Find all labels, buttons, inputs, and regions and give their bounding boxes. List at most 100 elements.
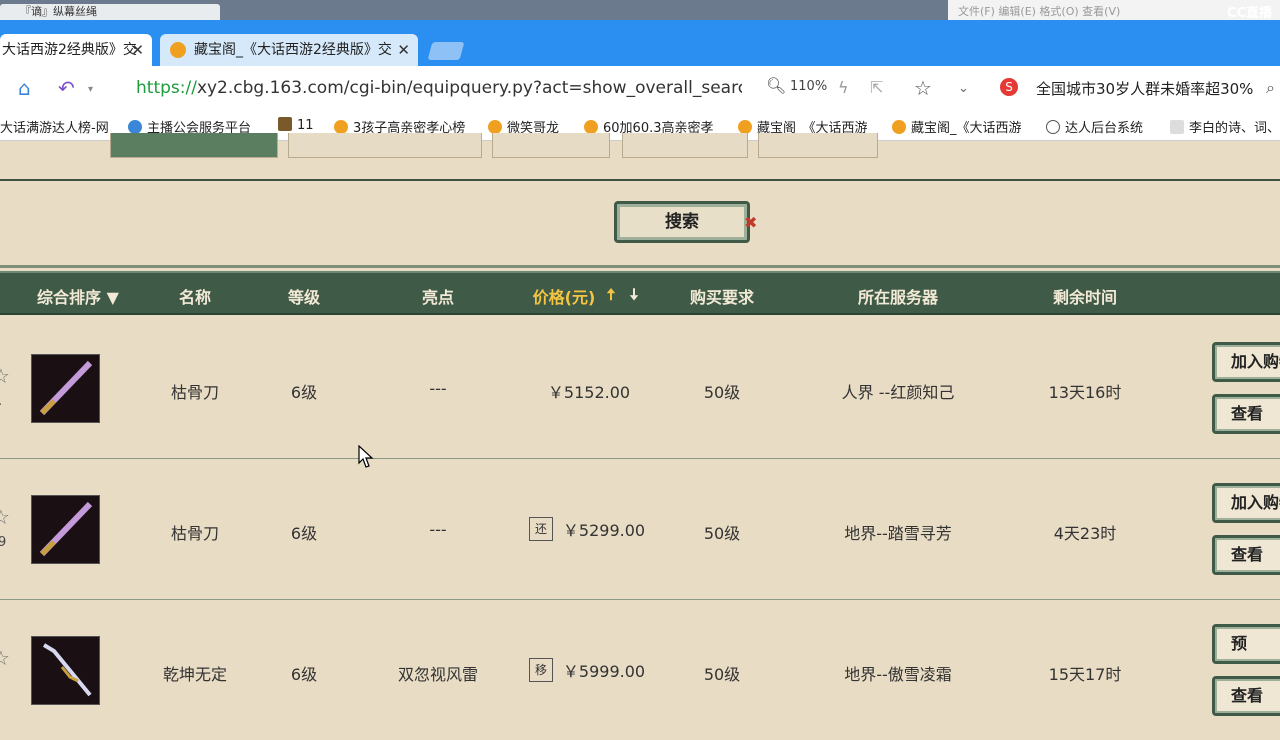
news-ticker[interactable]: 全国城市30岁人群未婚率超30%: [1036, 78, 1253, 99]
preview-button[interactable]: 预: [1212, 624, 1280, 664]
zoom-icon[interactable]: 🔍︎: [766, 76, 786, 95]
item-price: ￥5152.00: [547, 383, 631, 402]
zoom-level[interactable]: 110%: [790, 79, 827, 94]
view-button[interactable]: 查看: [1212, 394, 1280, 434]
sword-icon: [39, 501, 93, 557]
close-icon[interactable]: ✖: [744, 213, 757, 232]
url-text: xy2.cbg.163.com/cgi-bin/equipquery.py?ac…: [196, 78, 742, 98]
transfer-badge: 移: [529, 658, 553, 682]
page-content: 搜索 ✖ 综合排序 ▼ 名称 等级 亮点 价格(元) 🠅 🠇 购买要求 所在服务…: [0, 133, 1280, 720]
col-price[interactable]: 价格(元): [533, 284, 596, 308]
undo-icon[interactable]: ↶: [58, 76, 75, 100]
item-price: ￥5299.00: [562, 521, 646, 540]
bookmark-item[interactable]: 藏宝阁_《大话西游: [892, 117, 1022, 136]
mouse-cursor-icon: [358, 445, 374, 468]
item-server: 地界--踏雪寻芳: [844, 524, 952, 543]
arrow-up-icon[interactable]: 🠅: [607, 284, 616, 311]
cbg-icon: [488, 120, 502, 134]
arrow-down-icon[interactable]: 🠇: [630, 284, 639, 311]
bookmark-item[interactable]: 11: [278, 117, 314, 133]
table-row: ☆ . 枯骨刀 6级 --- ￥5152.00 50级 人界 --红颜知己 13…: [0, 318, 1280, 459]
browser-tab-bar: 大话西游2经典版》交 ✕ 藏宝阁_《大话西游2经典版》交 ✕: [0, 20, 1280, 66]
col-level: 等级: [287, 288, 321, 307]
item-name[interactable]: 枯骨刀: [171, 379, 219, 403]
sogou-icon[interactable]: S: [1000, 78, 1018, 96]
new-tab-button[interactable]: [427, 42, 465, 60]
poem-icon: [1170, 120, 1184, 134]
globe-icon: [128, 120, 142, 134]
col-remaining: 剩余时间: [1052, 288, 1118, 307]
col-highlight: 亮点: [421, 288, 455, 307]
lightning-icon[interactable]: ϟ: [838, 78, 849, 97]
col-name: 名称: [178, 288, 212, 307]
cbg-icon: [738, 120, 752, 134]
star-icon[interactable]: ☆: [914, 76, 932, 100]
spear-icon: [42, 643, 92, 697]
search-button[interactable]: 搜索: [614, 201, 750, 243]
add-to-cart-button[interactable]: 加入购物车: [1212, 342, 1280, 382]
item-thumbnail[interactable]: [31, 636, 100, 705]
cbg-icon: [892, 120, 906, 134]
url-input[interactable]: https://xy2.cbg.163.com/cgi-bin/equipque…: [136, 78, 742, 98]
table-row: ☆ 9 枯骨刀 6级 --- 还 ￥5299.00 50级 地界--踏雪寻芳 4…: [0, 459, 1280, 600]
search-icon[interactable]: ⌕: [1266, 78, 1275, 98]
col-requirement: 购买要求: [689, 288, 755, 307]
sword-icon: [39, 360, 93, 416]
item-name[interactable]: 乾坤无定: [163, 661, 227, 685]
item-thumbnail[interactable]: [31, 354, 100, 423]
item-remaining: 15天17时: [1048, 665, 1122, 684]
favorite-star-icon[interactable]: ☆: [0, 364, 10, 388]
table-row: ☆ 乾坤无定 6级 双忽视风雷 移 ￥5999.00 50级 地界--傲雪凌霜 …: [0, 600, 1280, 740]
filter-tab-active[interactable]: [110, 133, 278, 158]
item-server: 地界--傲雪凌霜: [844, 665, 952, 684]
bookmark-item[interactable]: 达人后台系统: [1046, 117, 1143, 136]
item-highlight: 双忽视风雷: [397, 665, 479, 684]
filter-tab[interactable]: [288, 133, 482, 158]
globe-icon: [1046, 120, 1060, 134]
tab-cbg[interactable]: 藏宝阁_《大话西游2经典版》交 ✕: [160, 34, 418, 66]
row-edge-number: 9: [0, 535, 7, 550]
filter-tab[interactable]: [758, 133, 878, 158]
row-edge-number: .: [0, 394, 2, 409]
item-requirement: 50级: [703, 524, 741, 543]
view-button[interactable]: 查看: [1212, 535, 1280, 575]
bookmark-item[interactable]: 李白的诗、词、: [1170, 117, 1280, 136]
view-button[interactable]: 查看: [1212, 676, 1280, 716]
item-level: 6级: [290, 524, 318, 543]
notepad-menu-text: 文件(F) 编辑(E) 格式(O) 查看(V): [958, 5, 1121, 18]
item-server: 人界 --红颜知己: [841, 383, 955, 402]
item-thumbnail[interactable]: [31, 495, 100, 564]
bargain-badge: 还: [529, 517, 553, 541]
item-highlight: ---: [429, 379, 447, 398]
tab-favicon-icon: [170, 42, 186, 58]
close-icon[interactable]: ✕: [131, 34, 144, 66]
cc-live-logo: CC直播: [1226, 6, 1272, 21]
url-protocol: https://: [136, 78, 197, 98]
favorite-star-icon[interactable]: ☆: [0, 646, 10, 670]
home-icon[interactable]: ⌂: [18, 76, 31, 100]
item-highlight: ---: [429, 520, 447, 539]
item-level: 6级: [290, 665, 318, 684]
item-remaining: 4天23时: [1053, 524, 1117, 543]
divider: [0, 179, 1280, 181]
share-icon[interactable]: ⇱: [870, 78, 883, 97]
cbg-icon: [334, 120, 348, 134]
favorite-star-icon[interactable]: ☆: [0, 505, 10, 529]
sort-dropdown[interactable]: 综合排序 ▼: [37, 284, 119, 308]
add-to-cart-button[interactable]: 加入购物车: [1212, 483, 1280, 523]
item-level: 6级: [290, 383, 318, 402]
tab-active[interactable]: 大话西游2经典版》交 ✕: [0, 34, 152, 66]
os-window-tab[interactable]: 『谪』纵幕丝绳: [0, 4, 220, 20]
filter-tab[interactable]: [492, 133, 610, 158]
close-icon[interactable]: ✕: [397, 34, 410, 66]
chevron-down-icon[interactable]: ▾: [88, 84, 93, 95]
bookmark-item[interactable]: 大话满游达人榜-网: [0, 117, 109, 136]
item-requirement: 50级: [703, 383, 741, 402]
game-icon: [278, 117, 292, 131]
item-requirement: 50级: [703, 665, 741, 684]
chevron-down-icon[interactable]: ⌄: [958, 81, 969, 96]
filter-tab[interactable]: [622, 133, 748, 158]
item-price: ￥5999.00: [562, 662, 646, 681]
item-name[interactable]: 枯骨刀: [171, 520, 219, 544]
col-server: 所在服务器: [857, 288, 939, 307]
